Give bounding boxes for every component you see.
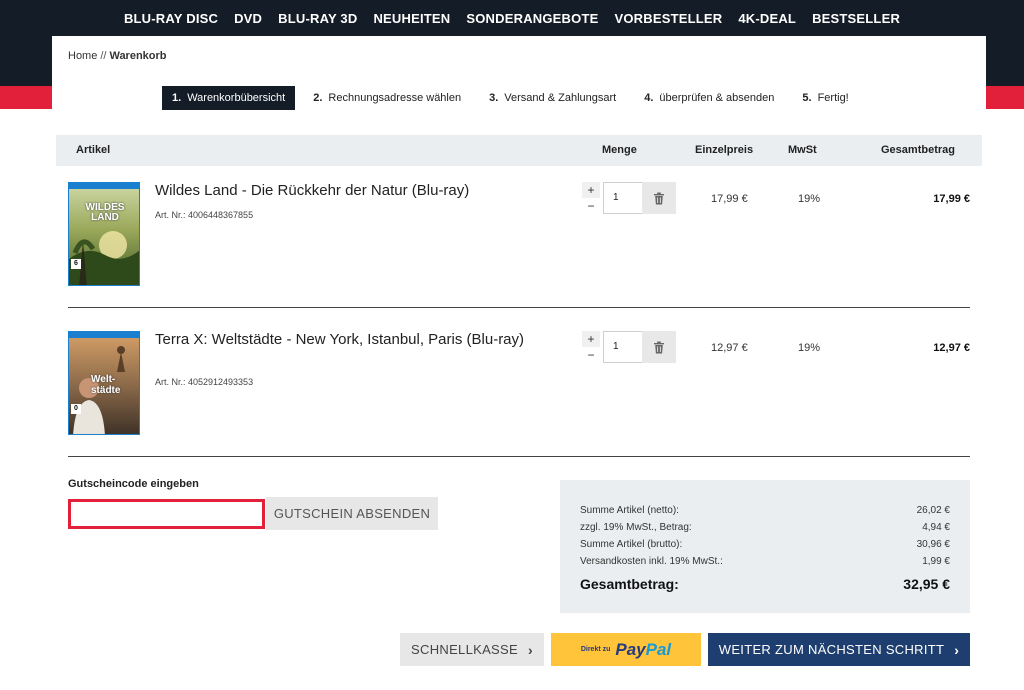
next-step-label: WEITER ZUM NÄCHSTEN SCHRITT xyxy=(718,642,945,657)
header-article: Artikel xyxy=(76,144,111,156)
summary-value: 1,99 € xyxy=(922,556,950,567)
quantity-decrease-button[interactable]: − xyxy=(582,347,600,363)
next-step-button[interactable]: WEITER ZUM NÄCHSTEN SCHRITT › xyxy=(708,633,970,666)
line-total: 12,97 € xyxy=(933,342,970,354)
step-label: überprüfen & absenden xyxy=(659,92,775,104)
voucher-code-input[interactable] xyxy=(68,499,265,529)
summary-line: Summe Artikel (netto): 26,02 € xyxy=(580,502,950,519)
step-label: Rechnungsadresse wählen xyxy=(328,92,462,104)
step-done: 5. Fertig! xyxy=(792,86,858,110)
paypal-logo-pal: Pal xyxy=(645,639,672,659)
vat-rate: 19% xyxy=(798,342,821,354)
step-number: 4. xyxy=(644,92,654,104)
summary-line: Summe Artikel (brutto): 30,96 € xyxy=(580,536,950,553)
summary-line: Versandkosten inkl. 19% MwSt.: 1,99 € xyxy=(580,553,950,570)
nav-bestseller[interactable]: BESTSELLER xyxy=(804,11,908,26)
step-cart-overview: 1. Warenkorbübersicht xyxy=(162,86,296,110)
step-label: Fertig! xyxy=(817,92,849,104)
trash-icon xyxy=(654,192,664,204)
chevron-right-icon: › xyxy=(527,641,533,658)
paypal-prefix: Direkt zu xyxy=(580,646,611,653)
header-total: Gesamtbetrag xyxy=(881,144,955,156)
article-number: Art. Nr.: 4006448367855 xyxy=(155,210,254,220)
cover-title-text: WILDES LAND xyxy=(85,202,125,223)
cover-title-text: Welt-städte xyxy=(91,374,121,396)
step-label: Warenkorbübersicht xyxy=(187,92,286,104)
table-row: WILDES LAND 6 Wildes Land - Die Rückkehr… xyxy=(68,182,970,308)
step-number: 5. xyxy=(802,92,812,104)
nav-blu-ray-disc[interactable]: BLU-RAY DISC xyxy=(116,11,226,26)
quantity-increase-button[interactable]: + xyxy=(582,331,600,347)
remove-item-button[interactable] xyxy=(642,182,676,214)
nav-dvd[interactable]: DVD xyxy=(226,11,270,26)
breadcrumb-current: Warenkorb xyxy=(109,50,167,62)
step-number: 2. xyxy=(313,92,323,104)
cover-art-icon xyxy=(69,183,139,285)
summary-label: Summe Artikel (brutto): xyxy=(580,539,683,550)
step-number: 3. xyxy=(489,92,499,104)
nav-4k-deal[interactable]: 4K-DEAL xyxy=(730,11,804,26)
quantity-input[interactable]: 1 xyxy=(603,182,643,214)
step-review-submit: 4. überprüfen & absenden xyxy=(634,86,784,110)
nav-sonderangebote[interactable]: SONDERANGEBOTE xyxy=(458,11,606,26)
age-rating-badge: 6 xyxy=(74,260,78,267)
table-header: Artikel Menge Einzelpreis MwSt Gesamtbet… xyxy=(56,135,982,166)
quantity-stepper: + − xyxy=(582,182,600,214)
remove-item-button[interactable] xyxy=(642,331,676,363)
chevron-right-icon: › xyxy=(954,641,960,658)
row-divider xyxy=(68,307,970,308)
voucher-submit-button[interactable]: GUTSCHEIN ABSENDEN xyxy=(266,497,438,530)
quantity-decrease-button[interactable]: − xyxy=(582,198,600,214)
trash-icon xyxy=(654,341,664,353)
header-vat: MwSt xyxy=(788,144,817,156)
summary-value: 30,96 € xyxy=(916,539,950,550)
cart-container: Home//Warenkorb 1. Warenkorbübersicht 2. R… xyxy=(52,36,986,690)
table-row: Welt-städte 0 Terra X: Weltstädte - New … xyxy=(68,331,970,457)
nav-blu-ray-3d[interactable]: BLU-RAY 3D xyxy=(270,11,365,26)
step-billing-address: 2. Rechnungsadresse wählen xyxy=(303,86,471,110)
summary-total-value: 32,95 € xyxy=(903,576,950,592)
step-number: 1. xyxy=(172,92,182,104)
quantity-input[interactable]: 1 xyxy=(603,331,643,363)
voucher-label: Gutscheincode eingeben xyxy=(68,478,199,490)
paypal-checkout-button[interactable]: Direkt zu Pay Pal xyxy=(551,633,701,666)
summary-total: Gesamtbetrag: 32,95 € xyxy=(580,576,950,592)
order-summary: Summe Artikel (netto): 26,02 € zzgl. 19%… xyxy=(560,480,970,613)
product-title[interactable]: Terra X: Weltstädte - New York, Istanbul… xyxy=(155,331,555,349)
header-unit-price: Einzelpreis xyxy=(695,144,754,156)
vat-rate: 19% xyxy=(798,193,821,205)
summary-value: 4,94 € xyxy=(922,522,950,533)
summary-line: zzgl. 19% MwSt., Betrag: 4,94 € xyxy=(580,519,950,536)
checkout-steps: 1. Warenkorbübersicht 2. Rechnungsadresse … xyxy=(162,86,867,110)
summary-label: Summe Artikel (netto): xyxy=(580,505,679,516)
summary-label: Versandkosten inkl. 19% MwSt.: xyxy=(580,556,723,567)
product-cover-image[interactable]: Welt-städte 0 xyxy=(68,331,140,435)
quick-checkout-label: SCHNELLKASSE xyxy=(411,642,518,657)
breadcrumb-home[interactable]: Home xyxy=(68,50,97,62)
summary-label: zzgl. 19% MwSt., Betrag: xyxy=(580,522,692,533)
step-shipping-payment: 3. Versand & Zahlungsart xyxy=(479,86,626,110)
paypal-logo-pay: Pay xyxy=(615,639,646,659)
nav-vorbesteller[interactable]: VORBESTELLER xyxy=(606,11,730,26)
article-number: Art. Nr.: 4052912493353 xyxy=(155,377,254,387)
line-total: 17,99 € xyxy=(933,193,970,205)
age-rating-badge: 0 xyxy=(74,405,78,412)
unit-price: 12,97 € xyxy=(711,342,748,354)
product-title[interactable]: Wildes Land - Die Rückkehr der Natur (Bl… xyxy=(155,182,555,200)
quick-checkout-button[interactable]: SCHNELLKASSE › xyxy=(400,633,544,666)
quantity-increase-button[interactable]: + xyxy=(582,182,600,198)
breadcrumb: Home//Warenkorb xyxy=(68,50,167,62)
step-label: Versand & Zahlungsart xyxy=(504,92,617,104)
quantity-stepper: + − xyxy=(582,331,600,363)
breadcrumb-separator: // xyxy=(100,50,107,62)
main-navigation: BLU-RAY DISC DVD BLU-RAY 3D NEUHEITEN SO… xyxy=(0,0,1024,36)
summary-value: 26,02 € xyxy=(916,505,950,516)
header-quantity: Menge xyxy=(602,144,637,156)
summary-total-label: Gesamtbetrag: xyxy=(580,576,679,592)
unit-price: 17,99 € xyxy=(711,193,748,205)
product-cover-image[interactable]: WILDES LAND 6 xyxy=(68,182,140,286)
nav-neuheiten[interactable]: NEUHEITEN xyxy=(365,11,458,26)
row-divider xyxy=(68,456,970,457)
